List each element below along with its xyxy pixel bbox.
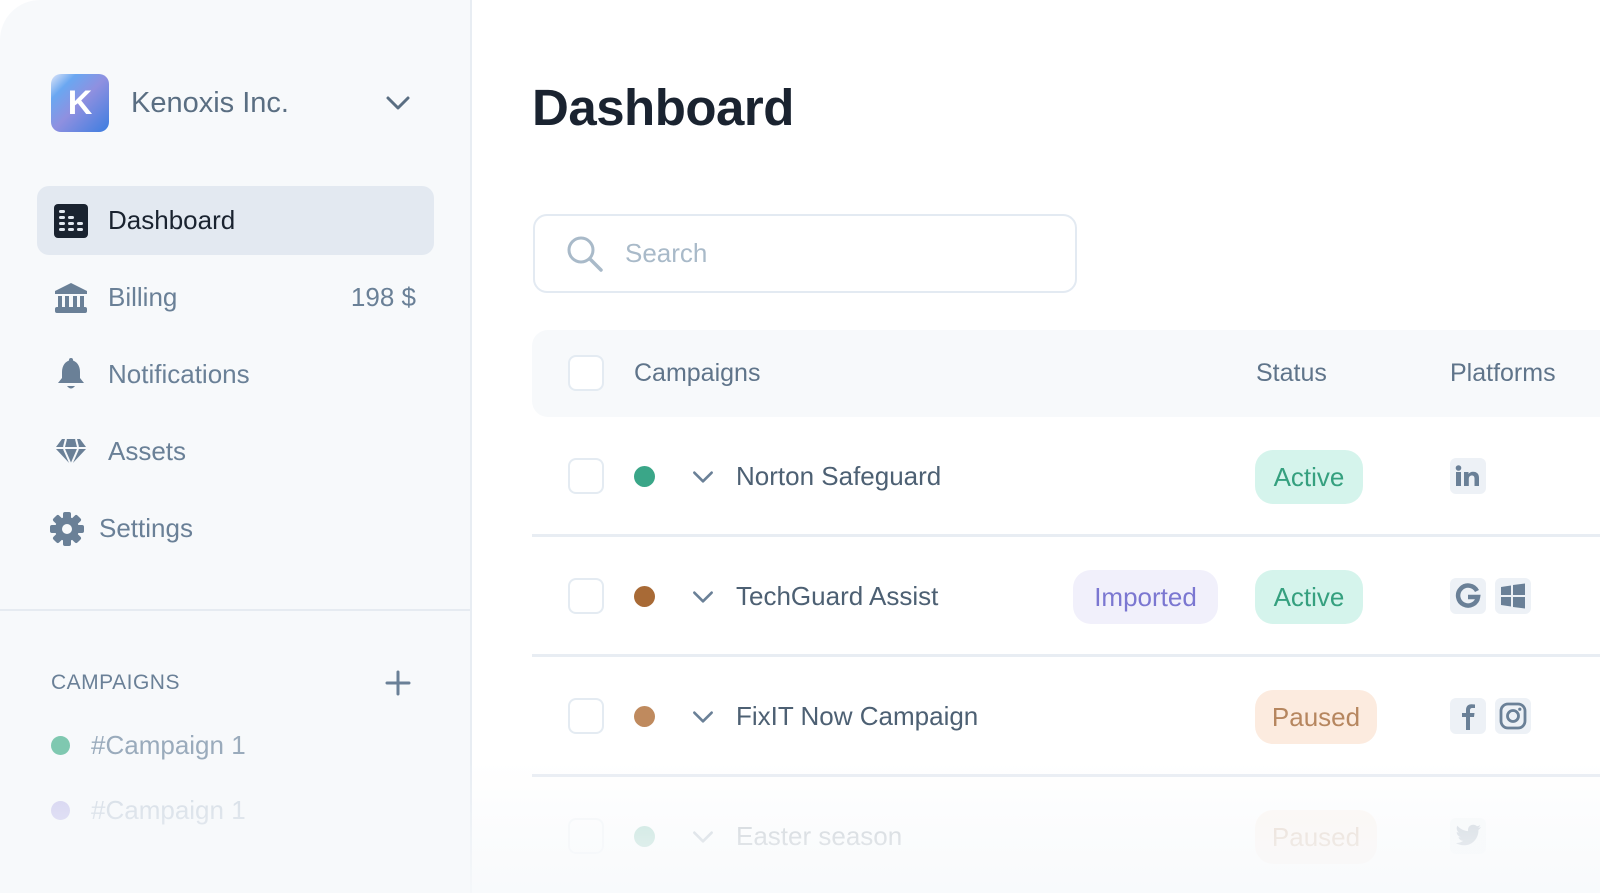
billing-amount: 198 $ bbox=[350, 282, 416, 312]
row-checkbox[interactable] bbox=[568, 818, 604, 854]
chevron-down-icon[interactable] bbox=[690, 824, 716, 850]
chevron-down-icon[interactable] bbox=[690, 704, 716, 730]
select-all-checkbox[interactable] bbox=[568, 355, 604, 391]
org-name: Kenoxis Inc. bbox=[131, 86, 289, 119]
campaign-color-dot bbox=[634, 826, 655, 847]
page-title: Dashboard bbox=[532, 79, 794, 136]
sidebar: K Kenoxis Inc. Dashboard Billing 198 $ N… bbox=[0, 0, 472, 893]
sidebar-divider bbox=[0, 609, 470, 611]
campaigns-list: #Campaign 1 #Campaign 1 bbox=[51, 726, 246, 829]
platforms bbox=[1450, 578, 1531, 614]
org-switcher[interactable]: K Kenoxis Inc. bbox=[51, 74, 421, 132]
status-badge: Active bbox=[1255, 450, 1363, 504]
campaign-color-dot bbox=[51, 735, 70, 755]
google-icon[interactable] bbox=[1450, 578, 1486, 614]
chevron-down-icon[interactable] bbox=[690, 584, 716, 610]
sidebar-campaign-item[interactable]: #Campaign 1 bbox=[51, 726, 246, 764]
campaign-color-dot bbox=[634, 706, 655, 727]
column-header-status[interactable]: Status bbox=[1256, 359, 1327, 388]
status-badge: Paused bbox=[1255, 810, 1377, 864]
table-row[interactable]: TechGuard Assist Imported Active bbox=[532, 537, 1600, 657]
sidebar-item-label: Notifications bbox=[108, 359, 250, 389]
sidebar-item-assets[interactable]: Assets bbox=[37, 417, 434, 486]
platforms bbox=[1450, 458, 1486, 494]
campaign-name[interactable]: Norton Safeguard bbox=[736, 461, 941, 492]
search-input[interactable] bbox=[625, 238, 1065, 269]
sidebar-item-billing[interactable]: Billing 198 $ bbox=[37, 263, 434, 332]
sidebar-nav: Dashboard Billing 198 $ Notifications As… bbox=[37, 186, 434, 563]
sidebar-item-dashboard[interactable]: Dashboard bbox=[37, 186, 434, 255]
campaigns-section-header: CAMPAIGNS bbox=[51, 668, 413, 698]
table-row[interactable]: Norton Safeguard Active bbox=[532, 417, 1600, 537]
search-box[interactable] bbox=[533, 214, 1077, 293]
sidebar-item-label: Assets bbox=[108, 436, 187, 466]
sidebar-item-label: Settings bbox=[99, 513, 193, 543]
facebook-icon[interactable] bbox=[1450, 698, 1486, 734]
chevron-down-icon bbox=[386, 96, 410, 110]
add-campaign-button[interactable] bbox=[383, 668, 413, 698]
bell-icon bbox=[53, 357, 89, 393]
sidebar-item-notifications[interactable]: Notifications bbox=[37, 340, 434, 409]
sidebar-campaign-item[interactable]: #Campaign 1 bbox=[51, 791, 246, 829]
campaigns-section-title: CAMPAIGNS bbox=[51, 671, 180, 694]
search-icon bbox=[567, 236, 603, 272]
row-checkbox[interactable] bbox=[568, 698, 604, 734]
campaign-name[interactable]: TechGuard Assist bbox=[736, 581, 938, 612]
table-header: Campaigns Status Platforms bbox=[532, 330, 1600, 417]
campaign-color-dot bbox=[634, 466, 655, 487]
row-checkbox[interactable] bbox=[568, 578, 604, 614]
column-header-campaigns[interactable]: Campaigns bbox=[634, 359, 760, 388]
campaign-label: #Campaign 1 bbox=[91, 794, 246, 825]
gear-icon bbox=[49, 511, 85, 547]
platforms bbox=[1450, 818, 1486, 854]
platforms bbox=[1450, 698, 1531, 734]
main-content: Dashboard Campaigns Status Platforms bbox=[474, 0, 1600, 893]
campaign-color-dot bbox=[51, 800, 70, 820]
diamond-icon bbox=[53, 434, 89, 470]
twitter-icon[interactable] bbox=[1450, 818, 1486, 854]
column-header-platforms[interactable]: Platforms bbox=[1450, 359, 1556, 388]
campaign-name[interactable]: Easter season bbox=[736, 821, 902, 852]
campaign-color-dot bbox=[634, 586, 655, 607]
status-badge: Active bbox=[1255, 570, 1363, 624]
campaign-label: #Campaign 1 bbox=[91, 729, 246, 760]
sidebar-item-settings[interactable]: Settings bbox=[37, 494, 434, 563]
sidebar-item-label: Dashboard bbox=[108, 205, 236, 235]
table-row[interactable]: Easter season Paused bbox=[532, 777, 1600, 893]
instagram-icon[interactable] bbox=[1495, 698, 1531, 734]
sidebar-item-label: Billing bbox=[108, 282, 178, 312]
imported-badge: Imported bbox=[1073, 570, 1218, 624]
app-window: K Kenoxis Inc. Dashboard Billing 198 $ N… bbox=[0, 0, 1600, 893]
status-badge: Paused bbox=[1255, 690, 1377, 744]
windows-icon[interactable] bbox=[1495, 578, 1531, 614]
table-row[interactable]: FixIT Now Campaign Paused bbox=[532, 657, 1600, 777]
chevron-down-icon[interactable] bbox=[690, 464, 716, 490]
campaign-name[interactable]: FixIT Now Campaign bbox=[736, 701, 978, 732]
campaigns-table: Campaigns Status Platforms Norton Safegu… bbox=[532, 330, 1600, 893]
org-logo: K bbox=[51, 74, 109, 132]
row-checkbox[interactable] bbox=[568, 458, 604, 494]
dashboard-icon bbox=[53, 203, 89, 239]
linkedin-icon[interactable] bbox=[1450, 458, 1486, 494]
bank-icon bbox=[53, 280, 89, 316]
